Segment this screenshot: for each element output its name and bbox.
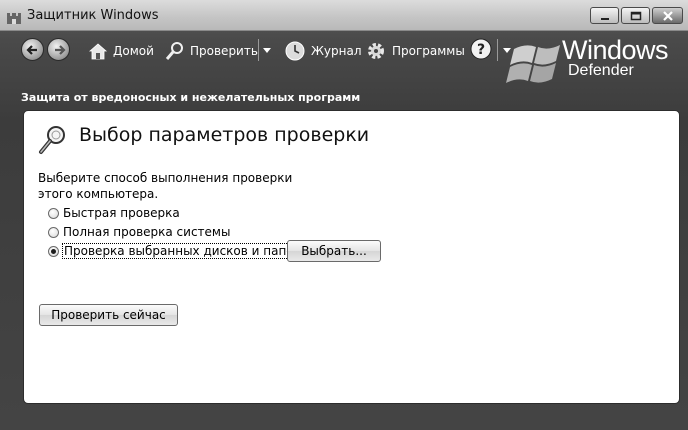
history-label: Журнал xyxy=(311,44,362,58)
tools-button[interactable]: Программы xyxy=(365,41,465,61)
window-title: Защитник Windows xyxy=(27,8,159,23)
toolbar-separator xyxy=(497,39,498,61)
scan-label: Проверить xyxy=(190,44,258,58)
full-scan-label: Полная проверка системы xyxy=(63,225,231,239)
scan-button[interactable]: Проверить xyxy=(165,41,258,61)
full-scan-option[interactable]: Полная проверка системы xyxy=(48,224,230,240)
custom-scan-label: Проверка выбранных дисков и папок xyxy=(62,243,303,259)
magnifier-icon xyxy=(165,42,183,60)
svg-text:?: ? xyxy=(477,42,485,58)
minimize-icon xyxy=(601,18,609,20)
scan-dropdown-button[interactable] xyxy=(263,41,276,61)
forward-button[interactable] xyxy=(47,38,70,61)
logo-defender-text: Defender xyxy=(568,62,634,79)
help-button[interactable]: ? xyxy=(470,38,497,60)
minimize-button[interactable] xyxy=(590,7,619,24)
chevron-down-icon xyxy=(263,48,271,53)
quick-scan-option[interactable]: Быстрая проверка xyxy=(48,205,180,221)
toolbar: Домой Проверить Журнал Программы ? Windo… xyxy=(0,31,688,83)
scan-now-button[interactable]: Проверить сейчас xyxy=(39,304,178,326)
history-clock-icon xyxy=(285,41,305,61)
custom-scan-option[interactable]: Проверка выбранных дисков и папок xyxy=(48,243,303,259)
home-button[interactable]: Домой xyxy=(88,41,154,61)
maximize-button[interactable] xyxy=(621,7,650,24)
home-icon xyxy=(88,43,108,60)
back-arrow-icon xyxy=(26,45,37,55)
radio-button[interactable] xyxy=(48,207,59,219)
defender-castle-icon xyxy=(7,9,21,24)
choose-folders-button[interactable]: Выбрать... xyxy=(287,240,381,262)
quick-scan-label: Быстрая проверка xyxy=(63,206,180,220)
scan-description: Выберите способ выполнения проверки этог… xyxy=(38,171,293,201)
maximize-icon xyxy=(630,11,642,21)
toolbar-separator xyxy=(258,39,259,61)
windows-flag-icon xyxy=(506,45,560,83)
close-icon xyxy=(663,11,673,21)
tools-label: Программы xyxy=(392,44,465,58)
history-button[interactable]: Журнал xyxy=(284,41,362,61)
scan-magnifier-icon xyxy=(36,122,72,162)
close-button[interactable] xyxy=(652,7,683,24)
defender-window: Защитник Windows Домой Проверить Журнал … xyxy=(0,0,688,430)
gear-icon xyxy=(368,43,384,59)
forward-arrow-icon xyxy=(55,45,66,55)
radio-button[interactable] xyxy=(48,226,59,238)
radio-button-selected[interactable] xyxy=(48,245,59,257)
home-label: Домой xyxy=(113,44,154,58)
windows-defender-logo: Windows Defender xyxy=(500,31,688,91)
panel-title: Выбор параметров проверки xyxy=(79,124,370,146)
page-subtitle: Защита от вредоносных и нежелательных пр… xyxy=(21,91,361,104)
back-button[interactable] xyxy=(21,38,44,61)
scan-options-panel: Выбор параметров проверки Выберите спосо… xyxy=(23,110,680,404)
title-bar: Защитник Windows xyxy=(0,0,688,31)
help-icon: ? xyxy=(470,38,492,60)
